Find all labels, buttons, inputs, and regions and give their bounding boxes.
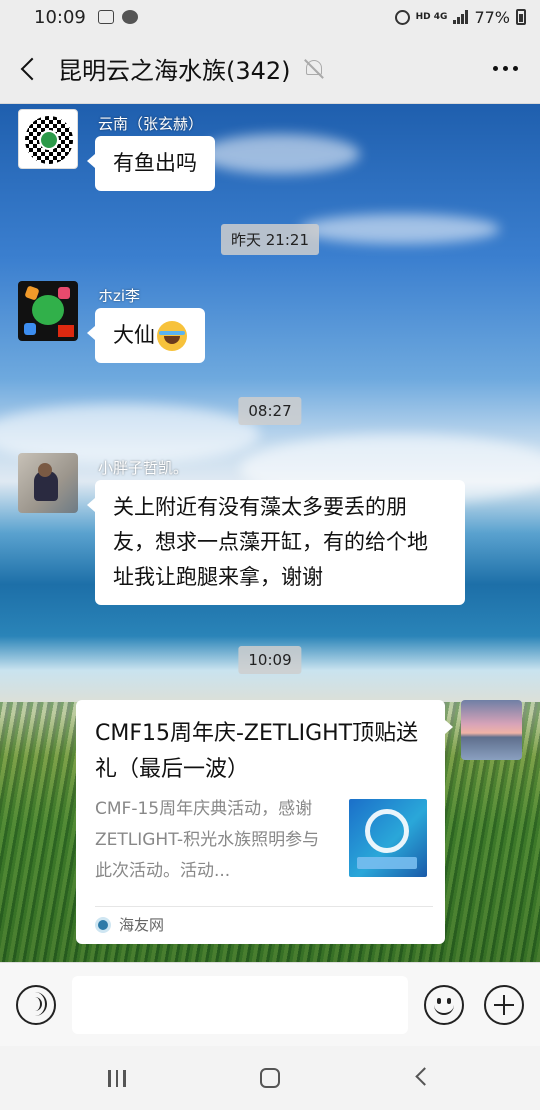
app-notification-icon <box>121 10 138 24</box>
chat-title: 昆明云之海水族(342) <box>58 57 291 85</box>
emoji-icon <box>437 998 441 1004</box>
message-bubble[interactable]: 关上附近有没有藻太多要丢的朋友，想求一点藻开缸，有的给个地址我让跑腿来拿，谢谢 <box>87 480 465 605</box>
link-card-source: 海友网 <box>95 914 164 935</box>
message-bubble[interactable]: 有鱼出吗 <box>87 136 215 191</box>
sender-name: ホzi李 <box>98 287 141 305</box>
battery-percent: 77% <box>474 7 510 27</box>
network-label: HD 4G <box>415 11 448 22</box>
divider <box>95 906 433 907</box>
system-nav-bar <box>0 1046 540 1110</box>
link-card-source-name: 海友网 <box>119 916 165 934</box>
message-bubble[interactable]: 大仙 <box>87 308 205 363</box>
chat-header: 昆明云之海水族(342) <box>0 34 540 104</box>
status-bar: 10:09 HD 4G 77% <box>0 0 540 34</box>
chevron-left-icon <box>20 57 44 80</box>
voicemail-icon <box>97 10 114 24</box>
more-icon <box>492 66 498 71</box>
emoji-button[interactable] <box>424 985 464 1025</box>
recent-apps-button[interactable] <box>108 1070 126 1087</box>
message-timestamp: 08:27 <box>238 397 302 425</box>
sender-name: 云南（张玄赫） <box>98 115 204 133</box>
signal-icon <box>453 10 469 24</box>
voice-button[interactable] <box>16 985 56 1025</box>
message-input[interactable] <box>72 976 408 1034</box>
laughing-tears-emoji-icon <box>157 321 187 351</box>
background-cloud <box>200 134 360 174</box>
source-logo-icon <box>95 916 111 933</box>
message-timestamp: 10:09 <box>238 646 302 674</box>
link-card-title: CMF15周年庆-ZETLIGHT顶贴送礼（最后一波） <box>95 721 419 782</box>
background-cloud <box>300 214 500 244</box>
link-card-thumbnail <box>349 799 427 877</box>
more-button[interactable] <box>470 66 540 71</box>
bell-off-icon <box>303 58 325 80</box>
alarm-icon <box>394 9 410 25</box>
plus-button[interactable] <box>484 985 524 1025</box>
my-avatar[interactable] <box>461 700 522 760</box>
input-bar <box>0 962 540 1046</box>
home-button[interactable] <box>260 1068 280 1088</box>
back-button[interactable] <box>0 34 58 104</box>
battery-icon <box>516 9 526 25</box>
link-card-description: CMF-15周年庆典活动，感谢ZETLIGHT-积光水族照明参与此次活动。活动.… <box>95 799 320 881</box>
system-back-button[interactable] <box>415 1067 434 1086</box>
avatar[interactable] <box>18 281 78 341</box>
link-card[interactable]: CMF15周年庆-ZETLIGHT顶贴送礼（最后一波） CMF-15周年庆典活动… <box>76 700 453 944</box>
message-text: 大仙 <box>113 323 155 347</box>
message-timestamp: 昨天 21:21 <box>221 224 319 255</box>
sender-name: 小胖子哲凯。 <box>98 459 189 477</box>
status-time: 10:09 <box>34 6 86 28</box>
avatar[interactable] <box>18 453 78 513</box>
avatar[interactable] <box>18 109 78 169</box>
